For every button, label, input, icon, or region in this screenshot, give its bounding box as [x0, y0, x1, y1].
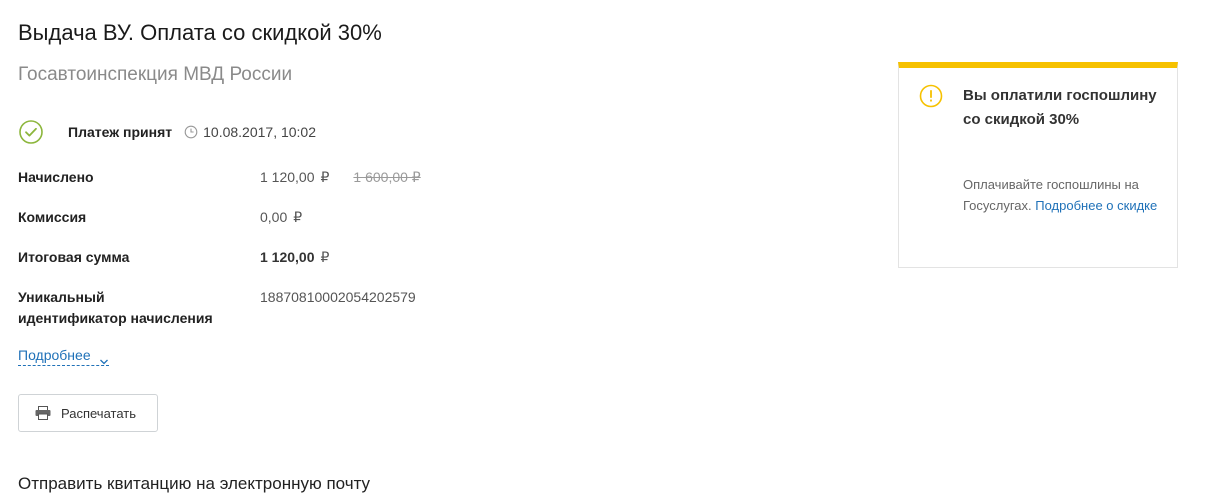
currency-sign: ₽ — [320, 169, 330, 185]
print-button-label: Распечатать — [61, 405, 137, 421]
page-title: Выдача ВУ. Оплата со скидкой 30% — [18, 20, 382, 45]
commission-value: 0,00 ₽ — [260, 207, 302, 228]
chevron-down-icon — [99, 352, 109, 365]
print-button[interactable]: Распечатать — [18, 394, 158, 432]
currency-sign: ₽ — [293, 209, 303, 225]
check-circle-icon — [18, 119, 44, 145]
uid-label-line1: Уникальный — [18, 289, 105, 305]
total-amount: 1 120,00 — [260, 249, 315, 265]
payment-status: Платеж принят 10.08.2017, 10:02 — [18, 118, 316, 146]
info-panel-text: Оплачивайте госпошлины на Госуслугах. По… — [963, 174, 1163, 216]
uid-label: Уникальный идентификатор начисления — [18, 287, 258, 329]
total-value: 1 120,00 ₽ — [260, 247, 329, 268]
commission-amount: 0,00 — [260, 209, 288, 225]
agency-name: Госавтоинспекция МВД России — [18, 64, 293, 85]
accrued-label: Начислено — [18, 169, 94, 185]
more-details-label: Подробнее — [18, 347, 91, 363]
clock-icon — [184, 125, 198, 139]
accrued-old-amount: 1 600,00 ₽ — [353, 169, 421, 185]
email-receipt-heading: Отправить квитанцию на электронную почту — [18, 474, 371, 493]
discount-info-panel: Вы оплатили госпошлину со скидкой 30% Оп… — [898, 62, 1178, 268]
info-panel-title: Вы оплатили госпошлину со скидкой 30% — [963, 87, 1157, 128]
printer-icon — [35, 406, 51, 420]
accrued-amount: 1 120,00 — [260, 169, 315, 185]
currency-sign: ₽ — [320, 249, 330, 265]
commission-label: Комиссия — [18, 209, 87, 225]
accrued-value: 1 120,00 ₽1 600,00 ₽ — [260, 167, 421, 188]
discount-info-link[interactable]: Подробнее о скидке — [1035, 198, 1157, 213]
more-details-link[interactable]: Подробнее — [18, 346, 109, 366]
exclamation-circle-icon — [919, 84, 943, 108]
status-label: Платеж принят — [68, 124, 173, 140]
total-label: Итоговая сумма — [18, 249, 130, 265]
payment-datetime: 10.08.2017, 10:02 — [203, 124, 317, 140]
uid-value: 18870810002054202579 — [260, 289, 416, 305]
uid-label-line2: идентификатор начисления — [18, 310, 213, 326]
